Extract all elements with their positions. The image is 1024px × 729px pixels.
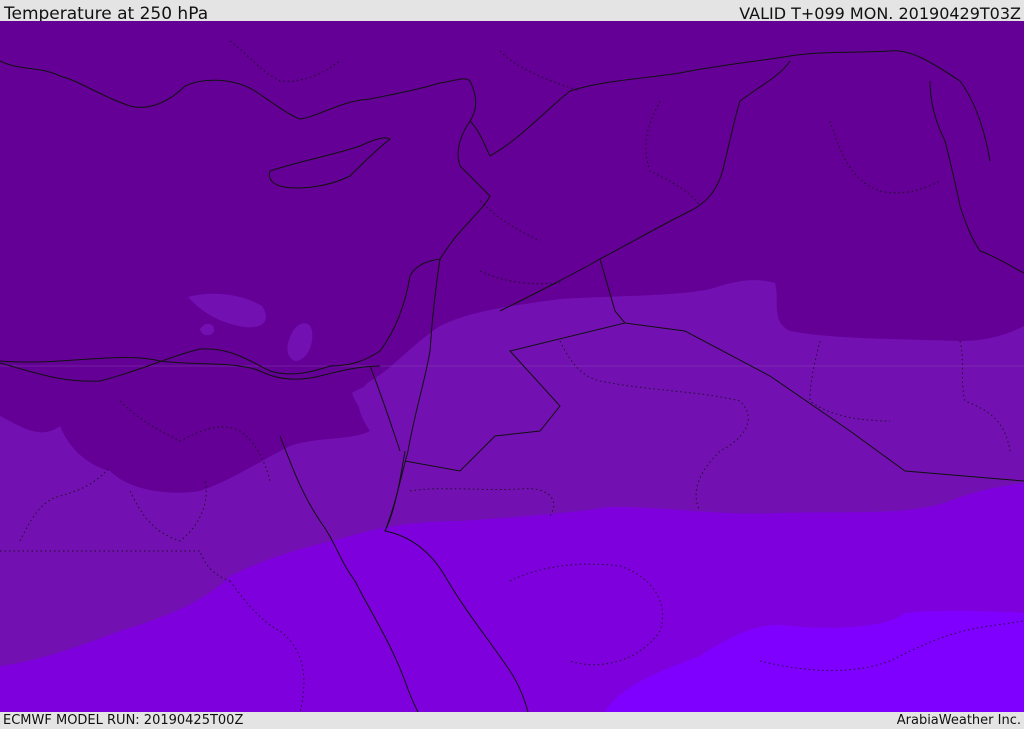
credit-label: ArabiaWeather Inc. [896,713,1021,728]
model-run-label: ECMWF MODEL RUN: 20190425T00Z [3,713,244,728]
temperature-map [0,21,1024,712]
